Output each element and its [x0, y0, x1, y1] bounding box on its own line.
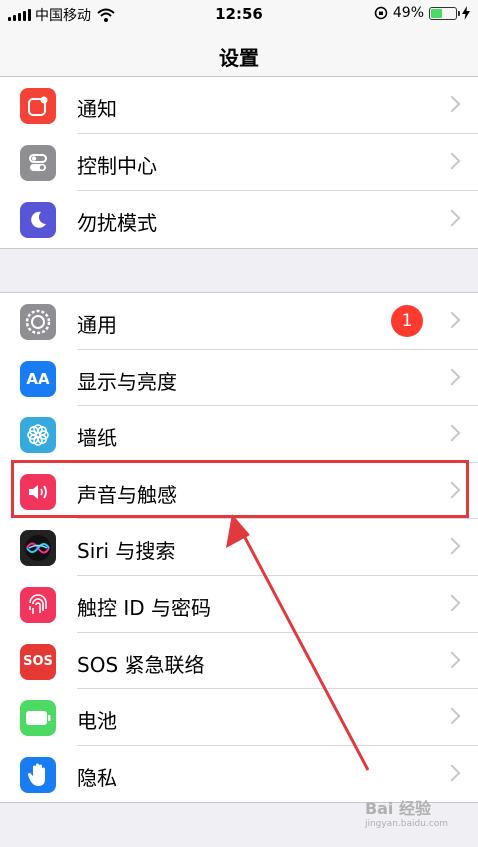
annotation-arrow-icon: [226, 514, 370, 771]
watermark: Bai 经验 jingyan.baidu.com: [365, 795, 448, 829]
watermark-text: Bai 经验: [364, 799, 431, 818]
watermark-sub: jingyan.baidu.com: [364, 819, 448, 829]
